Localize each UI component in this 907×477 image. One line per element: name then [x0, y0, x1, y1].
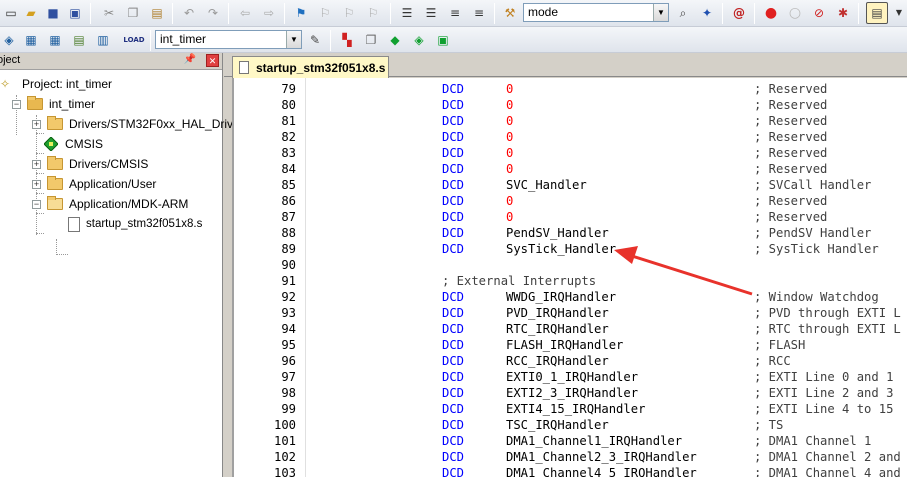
load-label: LOAD	[123, 35, 145, 44]
debug-session-icon[interactable]: @	[730, 4, 748, 22]
tree-item-project[interactable]: ✧ Project: int_timer	[0, 74, 112, 94]
project-panel-header: oject 📌 ✕	[0, 53, 222, 70]
translate-icon[interactable]: ◈	[0, 31, 18, 49]
tree-item-label: Application/User	[69, 177, 157, 191]
tree-item-label: startup_stm32f051x8.s	[86, 218, 203, 230]
disable-breakpoint-icon[interactable]: ○	[786, 4, 804, 22]
expand-icon[interactable]: +	[32, 159, 41, 169]
runtime-env-icon[interactable]: ▣	[434, 31, 452, 49]
target-combo-value: int_timer	[160, 32, 207, 46]
nav-forward-icon[interactable]: ⇨	[260, 4, 278, 22]
annotation-arrow-line	[631, 254, 753, 296]
unindent-icon[interactable]: ☰	[422, 4, 440, 22]
file-extensions-icon[interactable]: ❐	[362, 31, 380, 49]
undo-icon[interactable]: ↶	[180, 4, 198, 22]
find-combo-value: mode	[528, 5, 559, 19]
expand-icon[interactable]: +	[32, 119, 41, 129]
target-icon	[27, 96, 43, 110]
file-icon	[68, 216, 80, 232]
breakpoint-icon[interactable]: ●	[762, 4, 780, 22]
target-options-icon[interactable]: ✎	[306, 31, 324, 49]
tree-item-label: CMSIS	[65, 137, 104, 151]
cmsis-component-icon	[44, 137, 58, 151]
bookmark-icon[interactable]: ⚑	[292, 4, 310, 22]
find-icon[interactable]: ⌕	[674, 4, 692, 22]
uncomment-icon[interactable]: ≡	[470, 4, 488, 22]
find-in-files-icon[interactable]: ⚒	[501, 4, 519, 22]
editor-tab-bar: startup_stm32f051x8.s	[224, 53, 907, 78]
tree-item-group[interactable]: + Drivers/CMSIS	[32, 154, 148, 174]
indent-icon[interactable]: ☰	[398, 4, 416, 22]
open-folder-icon	[47, 196, 63, 210]
tab-label: startup_stm32f051x8.s	[256, 60, 386, 75]
paste-icon[interactable]: ▤	[148, 4, 166, 22]
tree-item-group[interactable]: − Application/MDK-ARM	[32, 194, 188, 214]
kill-breakpoints-icon[interactable]: ⊘	[810, 4, 828, 22]
tree-item-label: Application/MDK-ARM	[69, 197, 189, 211]
build-toolbar: ◈ ▦ ▦ ▤ ▥ LOAD int_timer ▼ ✎ ▚ ❐ ◆ ◈ ▣	[0, 27, 907, 53]
kill-all-icon[interactable]: ✱	[834, 4, 852, 22]
batch-build-icon[interactable]: ▤	[70, 31, 88, 49]
rebuild-icon[interactable]: ▦	[46, 31, 64, 49]
collapse-icon[interactable]: −	[12, 99, 21, 109]
file-icon	[239, 61, 249, 74]
open-folder-icon[interactable]: ▰	[22, 4, 40, 22]
cut-icon[interactable]: ✂	[100, 4, 118, 22]
collapse-icon[interactable]: −	[32, 199, 41, 209]
new-file-icon[interactable]: ▭	[2, 4, 20, 22]
close-icon[interactable]: ✕	[206, 54, 219, 67]
copy-icon[interactable]: ❐	[124, 4, 142, 22]
tree-item-label: Drivers/CMSIS	[69, 157, 149, 171]
annotation-arrow	[614, 246, 753, 296]
build-icon[interactable]: ▦	[22, 31, 40, 49]
tree-item-label: int_timer	[49, 97, 96, 111]
select-packs-icon[interactable]: ◆	[386, 31, 404, 49]
pack-installer-icon[interactable]: ◈	[410, 31, 428, 49]
chevron-down-icon[interactable]: ▼	[653, 4, 668, 21]
next-bookmark-icon[interactable]: ⚐	[340, 4, 358, 22]
expand-icon[interactable]: +	[32, 179, 41, 189]
prev-bookmark-icon[interactable]: ⚐	[316, 4, 334, 22]
tree-item-group[interactable]: + Application/User	[32, 174, 156, 194]
window-layout-icon[interactable]: ▤	[866, 2, 888, 24]
tree-item-cmsis[interactable]: CMSIS	[44, 134, 103, 154]
project-panel: oject 📌 ✕ ✧ Project: int_timer − int_tim…	[0, 53, 233, 477]
pin-icon[interactable]: 📌	[184, 54, 196, 65]
tree-item-label: Project: int_timer	[22, 77, 113, 91]
clear-bookmarks-icon[interactable]: ⚐	[364, 4, 382, 22]
folder-icon	[47, 116, 63, 130]
incremental-find-icon[interactable]: ✦	[698, 4, 716, 22]
comment-icon[interactable]: ≡	[446, 4, 464, 22]
chevron-down-icon[interactable]: ▼	[286, 31, 301, 48]
annotation-arrow-head	[614, 246, 638, 264]
project-panel-title: oject	[0, 54, 21, 66]
tree-item-group[interactable]: + Drivers/STM32F0xx_HAL_Driv	[32, 114, 233, 134]
main-toolbar: ▭ ▰ ■ ▣ ✂ ❐ ▤ ↶ ↷ ⇦ ⇨ ⚑ ⚐ ⚐ ⚐ ☰ ☰ ≡ ≡ ⚒ …	[0, 0, 907, 27]
save-all-icon[interactable]: ▣	[66, 4, 84, 22]
nav-back-icon[interactable]: ⇦	[236, 4, 254, 22]
tree-item-target[interactable]: − int_timer	[12, 94, 95, 114]
layout-dropdown-icon[interactable]: ▼	[890, 4, 907, 22]
load-button[interactable]: LOAD	[122, 31, 146, 49]
target-combo[interactable]: int_timer ▼	[155, 30, 302, 49]
download-icon[interactable]: ▥	[94, 31, 112, 49]
find-combo[interactable]: mode ▼	[523, 3, 669, 22]
save-icon[interactable]: ■	[44, 4, 62, 22]
code-editor[interactable]: 79 DCD 0; Reserved 80 DCD 0; Reserved 81 DCD 0; …	[232, 78, 907, 477]
project-icon: ✧	[0, 77, 11, 91]
manage-components-icon[interactable]: ▚	[338, 31, 356, 49]
redo-icon[interactable]: ↷	[204, 4, 222, 22]
tree-item-file[interactable]: startup_stm32f051x8.s	[68, 214, 202, 234]
tree-item-label: Drivers/STM32F0xx_HAL_Driv	[69, 117, 234, 131]
folder-icon	[47, 156, 63, 170]
folder-icon	[47, 176, 63, 190]
tab-startup-file[interactable]: startup_stm32f051x8.s	[232, 56, 389, 78]
